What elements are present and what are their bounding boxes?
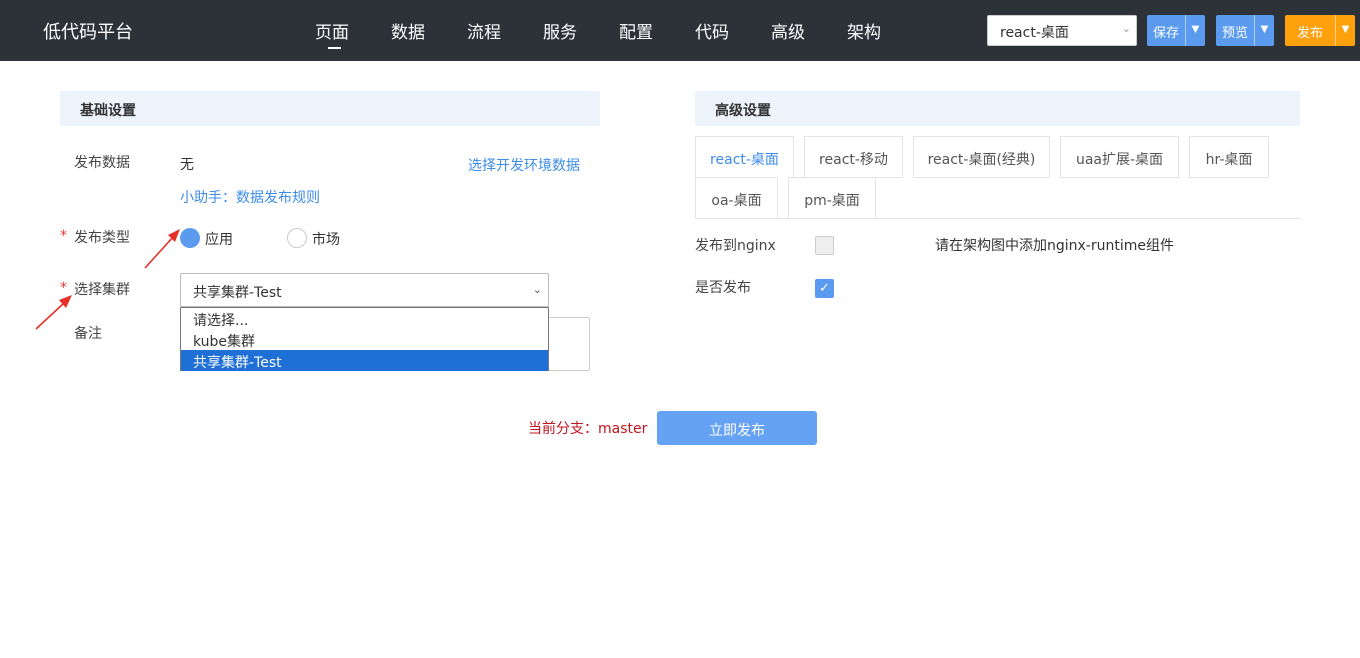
- cluster-option[interactable]: 请选择...: [181, 308, 548, 329]
- save-button[interactable]: 保存: [1147, 15, 1186, 46]
- nav-item-code[interactable]: 代码: [695, 18, 729, 58]
- nginx-label: 发布到nginx: [695, 238, 776, 254]
- annotation-arrow-icon: [144, 229, 180, 269]
- nav-item-flow[interactable]: 流程: [467, 18, 501, 58]
- tab-oa-desktop[interactable]: oa-桌面: [695, 177, 778, 219]
- cluster-select-value: 共享集群-Test: [193, 285, 282, 301]
- tab-hr-desktop[interactable]: hr-桌面: [1189, 136, 1269, 178]
- helper-rules-link[interactable]: 小助手：数据发布规则: [180, 187, 320, 207]
- cluster-label: 选择集群: [74, 282, 130, 298]
- do-publish-checkbox[interactable]: ✓: [815, 279, 834, 298]
- env-select-value: react-桌面: [1000, 25, 1069, 41]
- chevron-down-icon: ⌄: [532, 283, 542, 296]
- select-env-data-link[interactable]: 选择开发环境数据: [468, 155, 580, 175]
- tab-pm-desktop[interactable]: pm-桌面: [788, 177, 876, 219]
- nav-active-indicator: [328, 47, 341, 49]
- current-branch: 当前分支：master: [528, 421, 648, 437]
- nginx-checkbox[interactable]: [815, 236, 834, 255]
- nav-item-architecture[interactable]: 架构: [847, 18, 881, 58]
- remark-label: 备注: [74, 326, 102, 342]
- tab-uaa-desktop[interactable]: uaa扩展-桌面: [1060, 136, 1179, 178]
- tab-react-mobile[interactable]: react-移动: [804, 136, 903, 178]
- preview-dropdown-caret-icon[interactable]: ▼: [1254, 15, 1275, 46]
- tab-divider: [695, 218, 1300, 219]
- annotation-arrow-icon: [35, 295, 72, 330]
- cluster-dropdown-list: 请选择... kube集群 共享集群-Test: [180, 307, 549, 371]
- nav-item-data[interactable]: 数据: [391, 18, 425, 58]
- nav-item-service[interactable]: 服务: [543, 18, 577, 58]
- checkmark-icon: ✓: [819, 281, 830, 296]
- publish-now-button[interactable]: 立即发布: [657, 411, 817, 445]
- do-publish-label: 是否发布: [695, 280, 751, 296]
- save-button-group: 保存 ▼: [1147, 15, 1206, 46]
- publish-button[interactable]: 发布: [1285, 15, 1336, 46]
- nav-item-config[interactable]: 配置: [619, 18, 653, 58]
- radio-app-label[interactable]: 应用: [205, 229, 233, 249]
- tab-react-desktop[interactable]: react-桌面: [695, 136, 794, 178]
- publish-dropdown-caret-icon[interactable]: ▼: [1335, 15, 1356, 46]
- nav-item-page[interactable]: 页面: [315, 18, 349, 58]
- env-select[interactable]: react-桌面 ⌄: [987, 15, 1137, 46]
- app-title: 低代码平台: [43, 22, 133, 43]
- top-bar: 低代码平台 页面 数据 流程 服务 配置 代码 高级 架构 react-桌面 ⌄…: [0, 0, 1360, 61]
- preview-button-group: 预览 ▼: [1216, 15, 1275, 46]
- publish-data-label: 发布数据: [74, 155, 130, 171]
- advanced-settings-header: 高级设置: [695, 91, 1300, 126]
- radio-market-label[interactable]: 市场: [312, 229, 340, 249]
- preview-button[interactable]: 预览: [1216, 15, 1255, 46]
- publish-type-label: 发布类型: [74, 230, 130, 246]
- cluster-select[interactable]: 共享集群-Test ⌄: [180, 273, 549, 307]
- basic-settings-header: 基础设置: [60, 91, 600, 126]
- required-mark: *: [60, 228, 67, 244]
- publish-data-value: 无: [180, 157, 194, 173]
- chevron-down-icon: ⌄: [1121, 22, 1131, 35]
- publish-button-group: 发布 ▼: [1285, 15, 1356, 46]
- radio-market[interactable]: [287, 228, 307, 248]
- cluster-option[interactable]: kube集群: [181, 329, 548, 350]
- nginx-hint: 请在架构图中添加nginx-runtime组件: [935, 238, 1174, 254]
- nav-item-advanced[interactable]: 高级: [771, 18, 805, 58]
- save-dropdown-caret-icon[interactable]: ▼: [1185, 15, 1206, 46]
- tab-react-desktop-classic[interactable]: react-桌面(经典): [913, 136, 1050, 178]
- cluster-option-selected[interactable]: 共享集群-Test: [181, 350, 548, 371]
